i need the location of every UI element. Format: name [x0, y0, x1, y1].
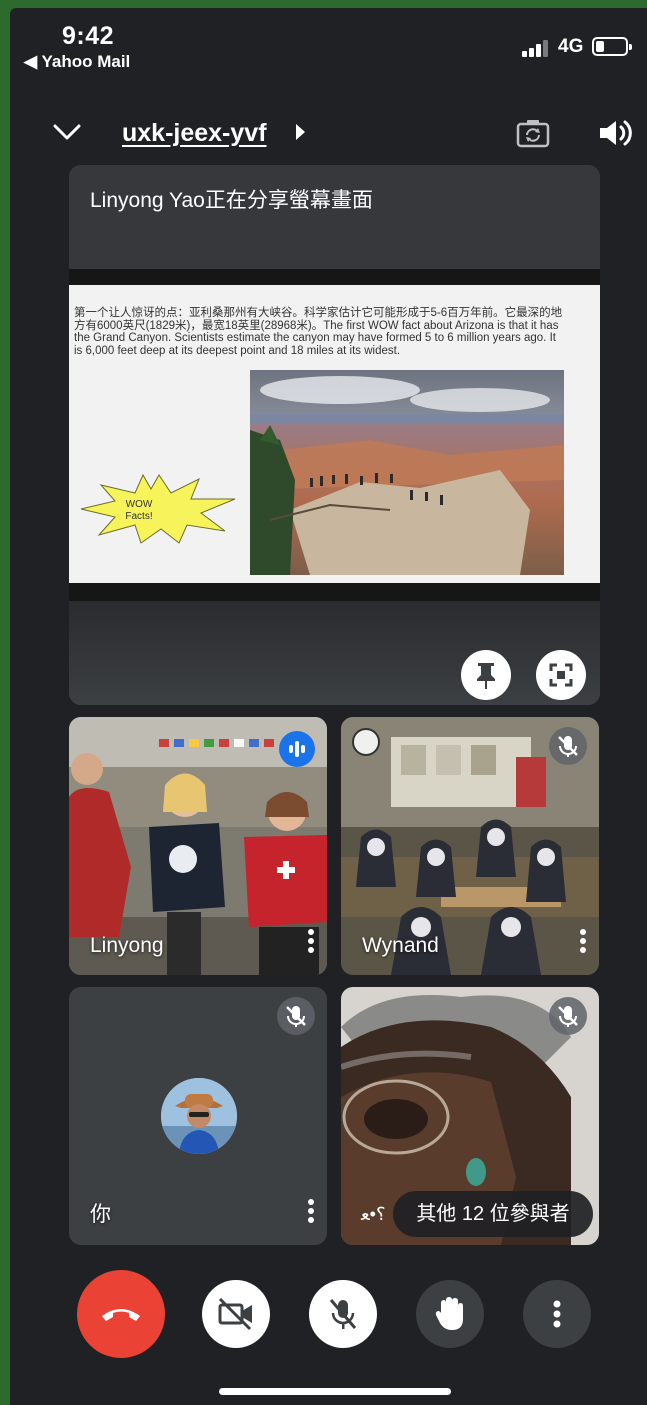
participant-name: ؟•ﻌ: [361, 1204, 386, 1224]
end-call-button[interactable]: [77, 1270, 165, 1358]
camera-flip-icon[interactable]: [516, 118, 550, 150]
mic-off-icon: [558, 1006, 578, 1027]
wow-facts-label: WOW Facts!: [119, 499, 159, 523]
meeting-code[interactable]: uxk-jeex-yvf: [122, 119, 267, 148]
camera-off-icon: [218, 1297, 252, 1331]
mute-indicator: [549, 727, 587, 765]
home-indicator[interactable]: [219, 1388, 451, 1395]
audio-level-icon: [289, 741, 305, 757]
wow-burst-shape: [80, 473, 236, 544]
more-vert-icon[interactable]: [579, 929, 587, 957]
mute-indicator: [277, 997, 315, 1035]
fullscreen-icon: [549, 663, 573, 687]
mute-indicator: [549, 997, 587, 1035]
presentation-tile[interactable]: Linyong Yao正在分享螢幕畫面 第一个让人惊讶的点：亚利桑那州有大峡谷。…: [69, 165, 600, 705]
slide-text: 第一个让人惊讶的点：亚利桑那州有大峡谷。科学家估计它可能形成于5-6百万年前。它…: [74, 307, 563, 357]
speaking-indicator: [279, 731, 315, 767]
raise-hand-icon: [435, 1297, 463, 1330]
more-options-button[interactable]: [523, 1280, 591, 1348]
other-participants-button[interactable]: 其他 12 位參與者: [393, 1191, 593, 1237]
raise-hand-button[interactable]: [416, 1280, 484, 1348]
participant-name: Linyong: [90, 934, 164, 957]
participant-tile[interactable]: Linyong: [69, 717, 327, 975]
mic-off-icon: [329, 1299, 357, 1329]
chevron-down-icon[interactable]: [52, 120, 82, 144]
wow-label-line1: WOW: [125, 499, 153, 510]
participant-tile-self[interactable]: 你: [69, 987, 327, 1245]
status-time: 9:42: [62, 22, 115, 50]
meet-call-screen: 9:42 ◀ Yahoo Mail 4G uxk-jeex-yvf Linyon…: [10, 8, 647, 1405]
participant-name: Wynand: [362, 934, 439, 957]
fullscreen-button[interactable]: [536, 650, 586, 700]
microphone-toggle-button[interactable]: [309, 1280, 377, 1348]
speaker-icon[interactable]: [598, 118, 634, 148]
participant-name: 你: [90, 1203, 111, 1226]
avatar: [161, 1078, 237, 1154]
mic-off-icon: [558, 736, 578, 757]
pin-button[interactable]: [461, 650, 511, 700]
more-vert-icon[interactable]: [307, 1199, 315, 1227]
network-type: 4G: [558, 36, 584, 57]
back-to-app-link[interactable]: ◀ Yahoo Mail: [24, 52, 130, 72]
grand-canyon-photo: [250, 370, 564, 575]
status-bar: 9:42 ◀ Yahoo Mail 4G: [10, 8, 647, 78]
more-vert-icon: [553, 1300, 561, 1328]
wow-label-line2: Facts!: [125, 511, 153, 522]
shared-slide: 第一个让人惊讶的点：亚利桑那州有大峡谷。科学家估计它可能形成于5-6百万年前。它…: [69, 285, 600, 583]
participant-tile[interactable]: Wynand: [341, 717, 599, 975]
pin-icon: [477, 663, 495, 689]
phone-hangup-icon: [102, 1309, 140, 1321]
avatar-image: [161, 1078, 237, 1154]
caret-right-icon[interactable]: [296, 124, 305, 140]
more-vert-icon[interactable]: [307, 929, 315, 957]
presentation-header: Linyong Yao正在分享螢幕畫面: [69, 165, 600, 269]
signal-strength-icon: [522, 39, 552, 57]
presenter-label: Linyong Yao正在分享螢幕畫面: [90, 189, 373, 212]
camera-toggle-button[interactable]: [202, 1280, 270, 1348]
battery-icon: [592, 37, 632, 56]
letterbox-bottom: [69, 583, 600, 601]
mic-off-icon: [286, 1006, 306, 1027]
letterbox-top: [69, 269, 600, 285]
presentation-footer: [69, 601, 600, 705]
